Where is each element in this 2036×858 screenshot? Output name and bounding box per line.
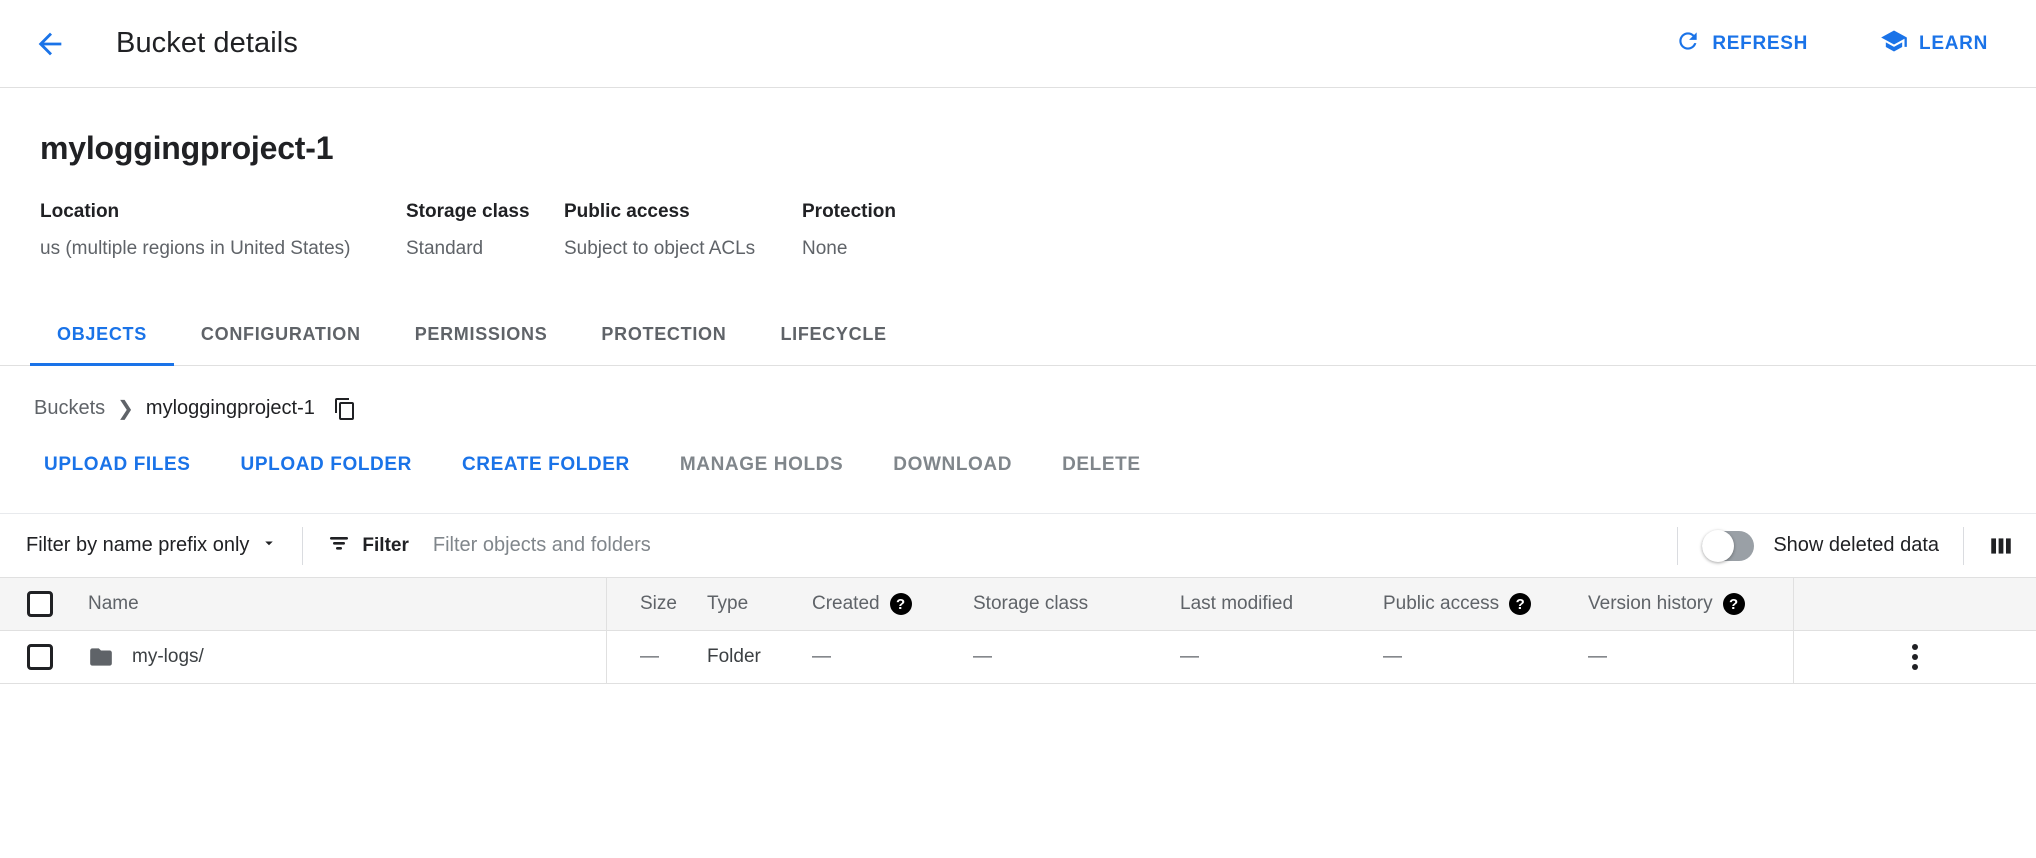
refresh-label: REFRESH [1712, 33, 1808, 55]
row-storage-class: — [967, 646, 1177, 668]
upload-folder-button[interactable]: UPLOAD FOLDER [227, 444, 426, 486]
chevron-down-icon [260, 534, 278, 558]
learn-label: LEARN [1919, 33, 1988, 55]
column-header-created[interactable]: Created ? [812, 593, 967, 615]
row-type: Folder [707, 646, 812, 668]
row-select-cell [0, 644, 80, 670]
bucket-meta-grid: Location Storage class Public access Pro… [40, 201, 1996, 260]
filter-divider [302, 527, 303, 565]
column-header-size[interactable]: Size [607, 593, 707, 615]
tab-configuration[interactable]: CONFIGURATION [174, 304, 388, 365]
show-deleted-data-toggle[interactable]: Show deleted data [1702, 531, 1939, 561]
meta-label-storage-class: Storage class [406, 201, 564, 223]
row-public-access: — [1383, 646, 1588, 668]
row-last-modified: — [1177, 646, 1383, 668]
select-all-checkbox[interactable] [27, 591, 53, 617]
delete-button[interactable]: DELETE [1048, 444, 1155, 486]
row-version-history: — [1588, 646, 1793, 668]
toggle-left-divider [1677, 527, 1678, 565]
row-name-label: my-logs/ [132, 646, 204, 668]
column-header-version-history[interactable]: Version history ? [1588, 593, 1793, 615]
column-header-last-modified[interactable]: Last modified [1177, 593, 1383, 615]
filter-list-icon [327, 531, 351, 561]
columns-divider [1963, 527, 1964, 565]
column-header-actions [1793, 578, 2036, 630]
column-header-public-access-label: Public access [1383, 593, 1499, 615]
app-bar: Bucket details REFRESH LEARN [0, 0, 2036, 88]
prefix-mode-dropdown[interactable]: Filter by name prefix only [26, 534, 278, 558]
tab-permissions[interactable]: PERMISSIONS [388, 304, 575, 365]
column-header-created-label: Created [812, 593, 880, 615]
row-actions-cell [1793, 631, 2036, 683]
toggle-track[interactable] [1702, 531, 1754, 561]
manage-holds-button[interactable]: MANAGE HOLDS [666, 444, 857, 486]
meta-value-public-access: Subject to object ACLs [564, 238, 802, 260]
prefix-mode-label: Filter by name prefix only [26, 534, 249, 557]
meta-value-protection: None [802, 238, 1996, 260]
column-header-name-label: Name [88, 593, 139, 615]
select-all-cell [0, 591, 80, 617]
column-header-public-access[interactable]: Public access ? [1383, 593, 1588, 615]
meta-label-public-access: Public access [564, 201, 802, 223]
filter-button[interactable]: Filter [327, 531, 408, 561]
filter-label: Filter [362, 535, 408, 557]
row-created: — [812, 646, 967, 668]
bucket-summary: myloggingproject-1 Location Storage clas… [0, 88, 2036, 260]
refresh-icon [1675, 28, 1701, 60]
row-checkbox[interactable] [27, 644, 53, 670]
tab-objects[interactable]: OBJECTS [30, 304, 174, 365]
refresh-button[interactable]: REFRESH [1661, 18, 1822, 70]
tab-lifecycle[interactable]: LIFECYCLE [753, 304, 913, 365]
bucket-name: myloggingproject-1 [40, 130, 1996, 167]
download-button[interactable]: DOWNLOAD [879, 444, 1026, 486]
breadcrumb-item-buckets[interactable]: Buckets [34, 397, 105, 420]
chevron-right-icon: ❯ [117, 396, 134, 421]
breadcrumb: Buckets ❯ myloggingproject-1 [0, 366, 2036, 421]
filter-bar: Filter by name prefix only Filter Show d… [0, 513, 2036, 577]
row-name-cell[interactable]: my-logs/ [80, 631, 607, 683]
folder-icon [88, 644, 114, 670]
table-header-row: Name Size Type Created ? Storage class L… [0, 577, 2036, 631]
help-icon-public-access[interactable]: ? [1509, 593, 1531, 615]
back-button[interactable] [22, 16, 78, 72]
copy-icon[interactable] [333, 397, 357, 421]
column-settings-icon[interactable] [1988, 533, 2014, 559]
help-icon-version-history[interactable]: ? [1723, 593, 1745, 615]
column-header-storage-class[interactable]: Storage class [967, 593, 1177, 615]
meta-value-storage-class: Standard [406, 238, 564, 260]
tab-bar: OBJECTS CONFIGURATION PERMISSIONS PROTEC… [0, 304, 2036, 366]
page-title: Bucket details [116, 27, 298, 60]
objects-table: Name Size Type Created ? Storage class L… [0, 577, 2036, 684]
create-folder-button[interactable]: CREATE FOLDER [448, 444, 644, 486]
upload-files-button[interactable]: UPLOAD FILES [30, 444, 205, 486]
breadcrumb-item-current: myloggingproject-1 [146, 397, 315, 420]
learn-button[interactable]: LEARN [1866, 17, 2002, 71]
school-icon [1880, 27, 1908, 61]
more-vert-icon[interactable] [1912, 644, 1918, 670]
row-size: — [607, 646, 707, 668]
column-header-version-history-label: Version history [1588, 593, 1713, 615]
filter-input[interactable] [433, 534, 1653, 557]
help-icon-created[interactable]: ? [890, 593, 912, 615]
show-deleted-data-label: Show deleted data [1773, 534, 1939, 557]
toggle-knob [1702, 530, 1734, 562]
table-row[interactable]: my-logs/ — Folder — — — — — [0, 631, 2036, 684]
arrow-back-icon [33, 27, 67, 61]
column-header-type[interactable]: Type [707, 593, 812, 615]
meta-value-location: us (multiple regions in United States) [40, 238, 406, 260]
object-action-bar: UPLOAD FILES UPLOAD FOLDER CREATE FOLDER… [0, 421, 2036, 486]
column-header-name[interactable]: Name [80, 578, 607, 630]
meta-label-location: Location [40, 201, 406, 223]
tab-protection[interactable]: PROTECTION [574, 304, 753, 365]
meta-label-protection: Protection [802, 201, 1996, 223]
